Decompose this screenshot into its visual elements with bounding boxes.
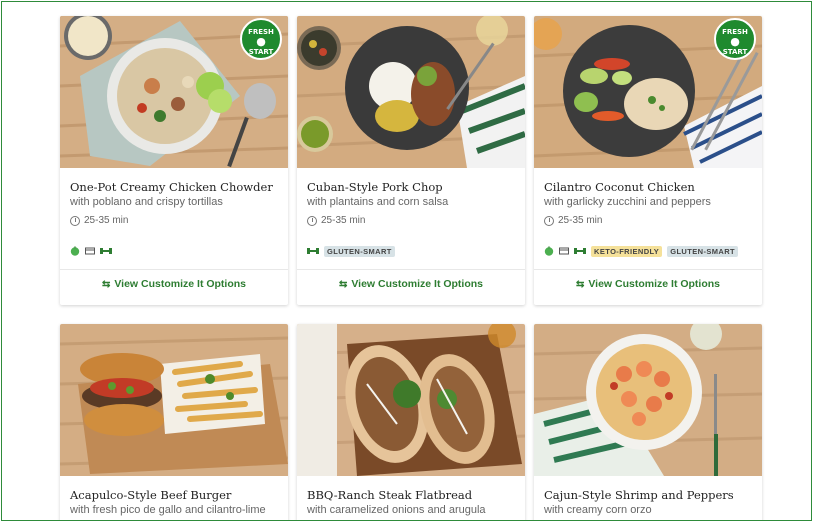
dumbbell-icon (307, 248, 319, 254)
recipe-tags: GLUTEN-SMART (307, 245, 395, 257)
recipe-card[interactable]: Acapulco-Style Beef Burger with fresh pi… (60, 324, 288, 520)
cook-time: 25-35 min (544, 215, 752, 226)
recipe-title[interactable]: Cajun-Style Shrimp and Peppers (544, 488, 752, 503)
recipe-title[interactable]: Cuban-Style Pork Chop (307, 180, 515, 195)
dumbbell-icon (100, 248, 112, 254)
customize-link[interactable]: ⇆ View Customize It Options (60, 278, 288, 290)
card-divider (297, 269, 525, 270)
cook-time-text: 25-35 min (558, 215, 603, 226)
apple-icon (70, 246, 80, 256)
dumbbell-icon (574, 248, 586, 254)
card-icon (559, 247, 569, 255)
card-icon (85, 247, 95, 255)
recipe-title[interactable]: Acapulco-Style Beef Burger (70, 488, 278, 503)
recipe-photo[interactable] (297, 16, 525, 168)
recipe-subtitle: with poblano and crispy tortillas (70, 196, 223, 208)
card-divider (534, 269, 762, 270)
recipe-card[interactable]: FRESH ● START One-Pot Creamy Chicken Cho… (60, 16, 288, 305)
swap-icon: ⇆ (338, 278, 348, 290)
recipe-card[interactable]: Cajun-Style Shrimp and Peppers with crea… (534, 324, 762, 520)
card-divider (60, 269, 288, 270)
recipe-photo[interactable]: FRESH ● START (534, 16, 762, 168)
badge-bottom-text: START (248, 48, 274, 56)
recipe-tags (70, 245, 112, 257)
recipe-subtitle: with creamy corn orzo (544, 504, 652, 516)
recipe-subtitle: with caramelized onions and arugula (307, 504, 486, 516)
recipe-photo[interactable] (297, 324, 525, 476)
recipe-subtitle: with fresh pico de gallo and cilantro-li… (70, 504, 266, 516)
cook-time-text: 25-35 min (84, 215, 129, 226)
badge-bottom-text: START (722, 48, 748, 56)
fresh-start-badge: FRESH ● START (714, 18, 756, 60)
customize-label: View Customize It Options (114, 278, 247, 290)
recipe-subtitle: with garlicky zucchini and peppers (544, 196, 711, 208)
recipe-card[interactable]: BBQ-Ranch Steak Flatbread with carameliz… (297, 324, 525, 520)
recipe-card[interactable]: FRESH ● START Cilantro Coconut Chicken w… (534, 16, 762, 305)
gluten-smart-tag: GLUTEN-SMART (667, 245, 739, 257)
swap-icon: ⇆ (101, 278, 111, 290)
customize-label: View Customize It Options (588, 278, 721, 290)
customize-link[interactable]: ⇆ View Customize It Options (297, 278, 525, 290)
clock-icon (70, 215, 80, 226)
swap-icon: ⇆ (575, 278, 585, 290)
recipe-photo[interactable] (60, 324, 288, 476)
cook-time: 25-35 min (307, 215, 515, 226)
menu-frame: FRESH ● START One-Pot Creamy Chicken Cho… (1, 1, 812, 521)
clock-icon (307, 215, 317, 226)
cook-time-text: 25-35 min (321, 215, 366, 226)
customize-link[interactable]: ⇆ View Customize It Options (534, 278, 762, 290)
apple-icon: ● (256, 35, 266, 48)
apple-icon (544, 246, 554, 256)
customize-label: View Customize It Options (351, 278, 484, 290)
recipe-card[interactable]: Cuban-Style Pork Chop with plantains and… (297, 16, 525, 305)
recipe-title[interactable]: One-Pot Creamy Chicken Chowder (70, 180, 278, 195)
recipe-subtitle: with plantains and corn salsa (307, 196, 449, 208)
recipe-photo[interactable]: FRESH ● START (60, 16, 288, 168)
recipe-tags: KETO-FRIENDLY GLUTEN-SMART (544, 245, 739, 257)
keto-friendly-tag: KETO-FRIENDLY (591, 245, 663, 257)
clock-icon (544, 215, 554, 226)
gluten-smart-tag: GLUTEN-SMART (324, 245, 395, 257)
apple-icon: ● (730, 35, 740, 48)
cook-time: 25-35 min (70, 215, 278, 226)
fresh-start-badge: FRESH ● START (240, 18, 282, 60)
recipe-title[interactable]: Cilantro Coconut Chicken (544, 180, 752, 195)
recipe-title[interactable]: BBQ-Ranch Steak Flatbread (307, 488, 515, 503)
recipe-photo[interactable] (534, 324, 762, 476)
